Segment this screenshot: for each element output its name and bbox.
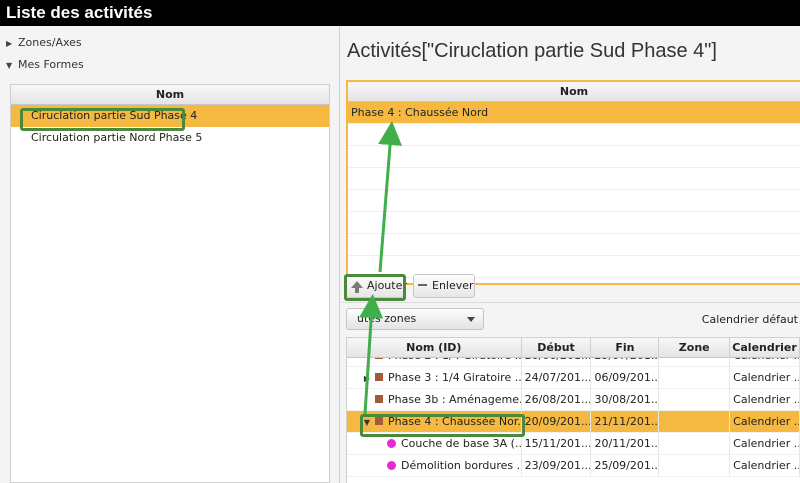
empty-row <box>348 190 800 212</box>
cell-zone <box>659 411 731 432</box>
activities-table-header[interactable]: Nom <box>348 82 800 102</box>
task-square-icon <box>375 395 383 403</box>
empty-row <box>348 212 800 234</box>
formes-table: Nom Ciruclation partie Sud Phase 4 Circu… <box>10 84 330 483</box>
tree-item-mes-formes[interactable]: ▼ Mes Formes <box>0 54 339 76</box>
cell-name-text: Phase 3b : Aménageme... <box>388 393 522 406</box>
formes-row[interactable]: Circulation partie Nord Phase 5 <box>11 127 329 149</box>
column-header-name[interactable]: Nom (ID) <box>347 338 522 358</box>
minus-icon <box>418 284 427 286</box>
empty-row <box>348 168 800 190</box>
add-button-label: Ajouter <box>367 279 407 292</box>
cell-name-text: Démolition bordures ... <box>401 459 522 472</box>
cell-fin: 06/09/201... <box>591 367 660 388</box>
cell-fin: 30/08/201... <box>591 389 660 410</box>
subtask-dot-icon <box>387 460 396 470</box>
remove-button-label: Enlever <box>432 279 474 292</box>
window-title: Liste des activités <box>0 0 800 26</box>
cell-debut: 26/08/201... <box>522 389 592 410</box>
grid-row[interactable]: ▶ Phase 3 : 1/4 Giratoire ... 24/07/201...… <box>347 367 800 389</box>
column-header-debut[interactable]: Début <box>522 338 592 358</box>
activities-tree-grid: Nom (ID) Début Fin Zone Calendrier Phase… <box>346 337 800 483</box>
cell-name-text: Phase 4 : Chaussée Nor... <box>388 415 522 428</box>
tree-item-label: Zones/Axes <box>18 36 82 49</box>
formes-table-header[interactable]: Nom <box>11 85 329 105</box>
column-header-calendrier[interactable]: Calendrier <box>730 338 800 358</box>
chevron-right-icon[interactable]: ▶ <box>361 368 373 388</box>
cell-calendrier: Calendrier ... <box>730 433 800 454</box>
cell-fin: 29/07/201... <box>591 358 660 366</box>
cell-name: Phase 3b : Aménageme... <box>347 389 522 410</box>
chevron-down-icon[interactable]: ▼ <box>6 55 18 77</box>
cell-zone <box>659 389 731 410</box>
cell-name: Démolition bordures ... <box>347 455 522 476</box>
column-header-zone[interactable]: Zone <box>659 338 731 358</box>
cell-zone <box>659 455 731 476</box>
cell-name: ▶ Phase 3 : 1/4 Giratoire ... <box>347 367 522 388</box>
task-square-icon <box>375 358 383 359</box>
cell-zone <box>659 367 731 388</box>
cell-debut: 24/07/201... <box>522 367 592 388</box>
column-header-fin[interactable]: Fin <box>591 338 660 358</box>
chevron-down-icon <box>467 317 475 322</box>
subtask-dot-icon <box>387 438 396 448</box>
chevron-down-icon[interactable]: ▼ <box>361 412 373 432</box>
cell-calendrier: Calendrier ... <box>730 358 800 366</box>
grid-header: Nom (ID) Début Fin Zone Calendrier <box>347 338 800 358</box>
calendar-label: Calendrier défaut <box>701 313 798 326</box>
up-arrow-icon <box>351 280 363 293</box>
empty-row <box>348 234 800 256</box>
cell-fin: 20/11/201... <box>591 433 660 454</box>
cell-debut: 20/06/201... <box>522 358 592 366</box>
tree-item-zones-axes[interactable]: ▶ Zones/Axes <box>0 32 339 54</box>
grid-row[interactable]: Phase 3b : Aménageme... 26/08/201... 30/08… <box>347 389 800 411</box>
cell-name-text: Couche de base 3A (... <box>401 437 522 450</box>
cell-debut: 20/09/201... <box>522 411 592 432</box>
remove-button[interactable]: Enlever <box>413 274 475 298</box>
activities-table: Nom Phase 4 : Chaussée Nord <box>346 80 800 285</box>
cell-fin: 21/11/201... <box>591 411 660 432</box>
cell-calendrier: Calendrier ... <box>730 367 800 388</box>
add-button[interactable]: Ajouter <box>346 274 407 298</box>
task-square-icon <box>375 373 383 381</box>
grid-row[interactable]: Couche de base 3A (... 15/11/201... 20/11/… <box>347 433 800 455</box>
zone-select[interactable]: utes zones <box>346 308 484 330</box>
activities-title: Activités["Ciruclation partie Sud Phase … <box>347 40 717 62</box>
cell-name-text: Phase 3 : 1/4 Giratoire ... <box>388 371 522 384</box>
zone-select-value: utes zones <box>357 312 417 325</box>
task-square-icon <box>375 417 383 425</box>
empty-row <box>348 146 800 168</box>
formes-row-selected[interactable]: Ciruclation partie Sud Phase 4 <box>11 105 329 127</box>
filter-bar: utes zones Calendrier défaut <box>341 302 800 332</box>
left-panel: ▶ Zones/Axes ▼ Mes Formes Nom Ciruclation … <box>0 26 340 483</box>
cell-name: ▼ Phase 4 : Chaussée Nor... <box>347 411 522 432</box>
cell-debut: 23/09/201... <box>522 455 592 476</box>
grid-body: Phase 2 : 1/4 Giratoire ...20/06/201...2… <box>347 358 800 483</box>
action-toolbar: Ajouter Enlever <box>341 272 800 302</box>
empty-row <box>348 124 800 146</box>
cell-name: Phase 2 : 1/4 Giratoire ... <box>347 358 522 366</box>
right-panel: Activités["Ciruclation partie Sud Phase … <box>341 26 800 483</box>
cell-name-text: Phase 2 : 1/4 Giratoire ... <box>388 358 521 362</box>
cell-zone <box>659 358 731 366</box>
grid-row-selected[interactable]: ▼ Phase 4 : Chaussée Nor... 20/09/201... 21… <box>347 411 800 433</box>
cell-debut: 15/11/201... <box>522 433 592 454</box>
cell-calendrier: Calendrier ... <box>730 389 800 410</box>
chevron-right-icon[interactable]: ▶ <box>6 33 18 55</box>
activities-row-selected[interactable]: Phase 4 : Chaussée Nord <box>348 102 800 124</box>
grid-row[interactable]: Phase 2 : 1/4 Giratoire ...20/06/201...2… <box>347 358 800 367</box>
grid-row[interactable]: Démolition bordures ... 23/09/201... 25/09… <box>347 455 800 477</box>
cell-calendrier: Calendrier ... <box>730 411 800 432</box>
cell-zone <box>659 433 731 454</box>
cell-name: Couche de base 3A (... <box>347 433 522 454</box>
cell-calendrier: Calendrier ... <box>730 455 800 476</box>
tree-item-label: Mes Formes <box>18 58 84 71</box>
cell-fin: 25/09/201... <box>591 455 660 476</box>
